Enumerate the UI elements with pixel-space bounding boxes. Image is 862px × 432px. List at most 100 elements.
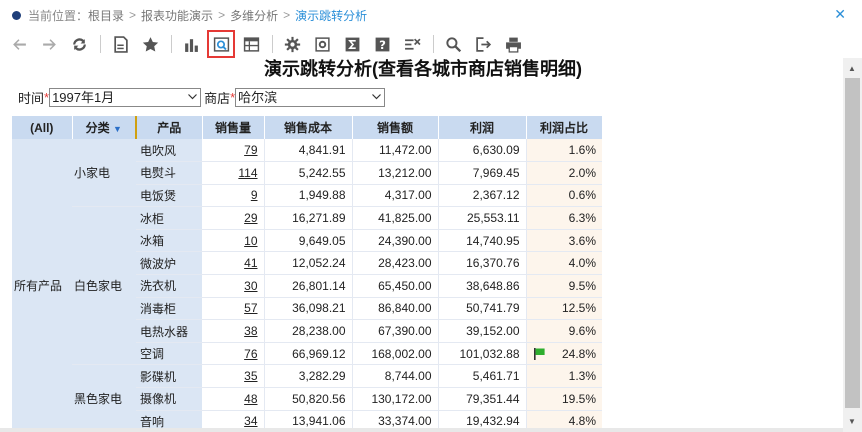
header-ratio[interactable]: 利润占比 (526, 116, 603, 139)
cost-cell: 5,242.55 (264, 161, 353, 185)
header-qty[interactable]: 销售量 (202, 116, 265, 139)
sales-cell: 4,317.00 (352, 184, 439, 208)
report-title: 演示跳转分析(查看各城市商店销售明细) (264, 59, 582, 79)
sales-cell: 168,002.00 (352, 342, 439, 366)
export-icon[interactable] (472, 33, 494, 55)
profit-cell: 6,630.09 (438, 139, 527, 163)
close-icon[interactable]: ✕ (834, 6, 846, 23)
qty-link-cell[interactable]: 35 (202, 364, 265, 389)
sales-cell: 11,472.00 (352, 139, 439, 163)
drill-view-icon[interactable] (207, 30, 235, 58)
product-cell[interactable]: 电饭煲 (136, 184, 202, 208)
category-cell[interactable]: 小家电 (72, 139, 136, 208)
store-select-value: 哈尔滨 (238, 89, 278, 105)
qty-link-cell[interactable]: 30 (202, 274, 265, 298)
profit-cell: 39,152.00 (438, 319, 527, 343)
all-products-cell[interactable]: 所有产品 (12, 139, 72, 432)
qty-link-cell[interactable]: 29 (202, 206, 265, 230)
qty-link-cell[interactable]: 38 (202, 319, 265, 343)
table-row: 所有产品 小家电 电吹风 79 4,841.91 11,472.00 6,630.09 1.6… (12, 139, 602, 432)
breadcrumb-multidim[interactable]: 多维分析 (230, 7, 278, 24)
header-category[interactable]: 分类 ▼ (72, 116, 137, 139)
breadcrumb-root[interactable]: 根目录 (88, 7, 124, 24)
header-all[interactable]: (All) (12, 116, 73, 139)
profit-cell: 5,461.71 (438, 364, 527, 389)
product-cell[interactable]: 微波炉 (136, 251, 202, 276)
sales-cell: 24,390.00 (352, 229, 439, 253)
product-cell[interactable]: 消毒柜 (136, 297, 202, 321)
search-magnifier-icon[interactable] (442, 33, 464, 55)
clear-filter-icon[interactable] (401, 33, 423, 55)
forward-arrow-icon[interactable] (38, 33, 60, 55)
product-cell[interactable]: 空调 (136, 342, 202, 366)
settings-gear-icon[interactable] (281, 33, 303, 55)
qty-link-cell[interactable]: 41 (202, 251, 265, 276)
qty-link-cell[interactable]: 76 (202, 342, 265, 366)
data-grid-icon[interactable] (240, 33, 262, 55)
header-category-label: 分类 (85, 121, 110, 135)
time-select[interactable]: 1997年1月 (49, 87, 202, 107)
product-cell[interactable]: 影碟机 (136, 364, 202, 389)
sum-sigma-icon[interactable] (341, 33, 363, 55)
qty-link-cell[interactable]: 79 (202, 139, 265, 163)
cost-cell: 50,820.56 (264, 387, 353, 411)
help-question-icon[interactable]: ? (371, 33, 393, 55)
product-cell[interactable]: 洗衣机 (136, 274, 202, 298)
product-cell[interactable]: 电熨斗 (136, 161, 202, 185)
sales-report-table: (All) 分类 ▼ 产品 销售量 销售成本 销售额 利润 利润占比 所有产品小… (12, 116, 603, 432)
qty-link-cell[interactable]: 10 (202, 229, 265, 253)
table-body: 所有产品 小家电 电吹风 79 4,841.91 11,472.00 6,630.09 1.6… (12, 139, 602, 432)
header-cost[interactable]: 销售成本 (264, 116, 353, 139)
bar-chart-icon[interactable] (180, 33, 202, 55)
horizontal-scrollbar[interactable] (0, 428, 843, 432)
breadcrumb: 当前位置： 根目录 > 报表功能演示 > 多维分析 > 演示跳转分析 ✕ (0, 0, 862, 30)
scroll-down-icon[interactable]: ▼ (848, 417, 856, 426)
store-select[interactable]: 哈尔滨 (235, 87, 386, 107)
header-sales[interactable]: 销售额 (352, 116, 439, 139)
qty-link-cell[interactable]: 114 (202, 161, 265, 185)
favorite-star-icon[interactable] (139, 33, 161, 55)
filter-bar: 时间 * 1997年1月 商店 * 哈尔滨 (18, 87, 386, 107)
profit-cell: 50,741.79 (438, 297, 527, 321)
scrollbar-thumb[interactable] (845, 78, 860, 408)
refresh-icon[interactable] (68, 33, 90, 55)
qty-link-cell[interactable]: 48 (202, 387, 265, 411)
header-profit[interactable]: 利润 (438, 116, 527, 139)
profit-cell: 79,351.44 (438, 387, 527, 411)
chevron-down-icon (188, 93, 198, 99)
cost-cell: 66,969.12 (264, 342, 353, 366)
product-cell[interactable]: 冰柜 (136, 206, 202, 230)
product-cell[interactable]: 电热水器 (136, 319, 202, 343)
header-product[interactable]: 产品 (135, 116, 203, 139)
breadcrumb-demo[interactable]: 报表功能演示 (141, 7, 213, 24)
sales-cell: 8,744.00 (352, 364, 439, 389)
ratio-cell: 4.0% (526, 251, 602, 276)
vertical-scrollbar[interactable]: ▲ ▼ (843, 58, 862, 432)
product-cell[interactable]: 摄像机 (136, 387, 202, 411)
sort-down-icon[interactable]: ▼ (113, 124, 122, 134)
category-cell[interactable]: 白色家电 (72, 206, 136, 366)
sales-cell: 65,450.00 (352, 274, 439, 298)
print-icon[interactable] (502, 33, 524, 55)
profit-cell: 14,740.95 (438, 229, 527, 253)
sales-cell: 41,825.00 (352, 206, 439, 230)
back-arrow-icon[interactable] (8, 33, 30, 55)
ratio-value: 1.3% (568, 369, 596, 384)
product-cell[interactable]: 冰箱 (136, 229, 202, 253)
product-cell[interactable]: 电吹风 (136, 139, 202, 163)
toolbar: ? (0, 30, 862, 58)
scroll-up-icon[interactable]: ▲ (848, 64, 856, 73)
qty-link-cell[interactable]: 57 (202, 297, 265, 321)
profit-cell: 101,032.88 (438, 342, 527, 366)
category-cell[interactable]: 黑色家电 (72, 364, 136, 432)
profit-cell: 25,553.11 (438, 206, 527, 230)
breadcrumb-current: 演示跳转分析 (295, 8, 368, 23)
qty-link-cell[interactable]: 9 (202, 184, 265, 208)
toolbar-divider (433, 35, 434, 53)
cost-cell: 16,271.89 (264, 206, 353, 230)
save-report-icon[interactable] (109, 33, 131, 55)
ratio-value: 2.0% (568, 165, 596, 180)
ratio-value: 6.3% (568, 211, 596, 226)
ratio-cell: 2.0% (526, 161, 602, 185)
advanced-settings-icon[interactable] (311, 33, 333, 55)
